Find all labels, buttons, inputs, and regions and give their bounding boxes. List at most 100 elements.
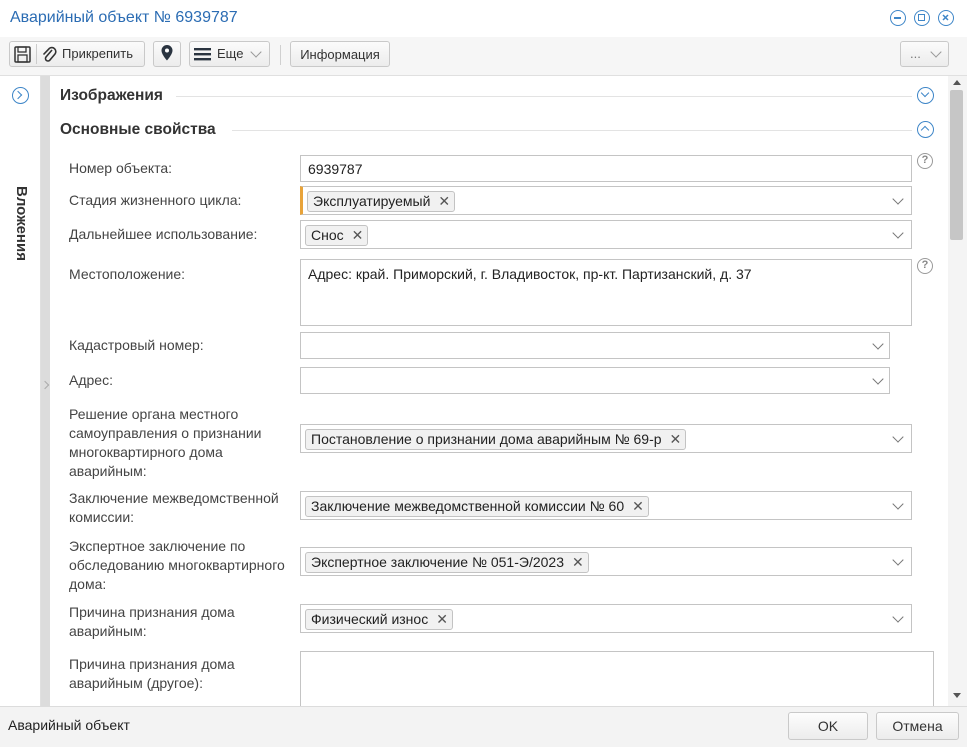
info-label: Информация (300, 46, 380, 62)
tag-text: Постановление о признании дома аварийным… (311, 431, 662, 447)
commission-select[interactable]: Заключение межведомственной комиссии № 6… (300, 491, 912, 520)
label-line: Причина признания дома (69, 604, 235, 620)
attachments-sidebar[interactable]: Вложения (0, 76, 41, 706)
commission-tag: Заключение межведомственной комиссии № 6… (305, 496, 649, 517)
chevron-down-icon[interactable] (892, 227, 904, 239)
object-number-field[interactable]: 6939787 (300, 155, 912, 182)
label-line: дома: (69, 576, 107, 592)
remove-tag-icon[interactable]: ✕ (438, 193, 450, 209)
tag-text: Физический износ (311, 611, 429, 627)
remove-tag-icon[interactable]: ✕ (436, 611, 448, 627)
cadastral-label: Кадастровый номер: (69, 337, 204, 353)
location-textarea[interactable]: Адрес: край. Приморский, г. Владивосток,… (300, 259, 912, 326)
reason-tag: Физический износ ✕ (305, 609, 453, 630)
overflow-menu-button[interactable]: ... (900, 41, 949, 67)
chevron-down-icon (250, 46, 262, 58)
remove-tag-icon[interactable]: ✕ (352, 227, 364, 243)
label-line: аварийным: (69, 623, 147, 639)
tag-text: Экспертное заключение № 051-Э/2023 (311, 554, 564, 570)
scroll-down-icon[interactable] (953, 693, 961, 698)
expand-sidebar-icon[interactable] (12, 87, 29, 104)
cadastral-select[interactable] (300, 332, 890, 359)
label-line: Заключение межведомственной (69, 490, 279, 506)
dialog-footer: Аварийный объект OK Отмена (0, 706, 967, 747)
expert-tag: Экспертное заключение № 051-Э/2023 ✕ (305, 552, 589, 573)
hamburger-icon (194, 47, 212, 64)
overflow-label: ... (910, 46, 921, 61)
object-number-value: 6939787 (308, 161, 363, 177)
cancel-button[interactable]: Отмена (876, 712, 959, 740)
save-icon[interactable] (13, 45, 32, 64)
expert-select[interactable]: Экспертное заключение № 051-Э/2023 ✕ (300, 547, 912, 576)
close-icon[interactable] (938, 10, 954, 26)
decision-select[interactable]: Постановление о признании дома аварийным… (300, 424, 912, 453)
chevron-down-icon[interactable] (892, 498, 904, 510)
reason-other-textarea[interactable] (300, 651, 934, 706)
label-line: аварийным (другое): (69, 675, 203, 691)
section-divider (176, 96, 912, 97)
decision-label: Решение органа местного самоуправления о… (69, 405, 261, 481)
chevron-down-icon (930, 46, 942, 58)
chevron-down-icon[interactable] (872, 338, 884, 350)
form-content: Изображения Основные свойства Номер объе… (50, 76, 948, 706)
more-menu-button[interactable]: Еще (189, 41, 270, 67)
reason-select[interactable]: Физический износ ✕ (300, 604, 912, 633)
attach-button[interactable]: Прикрепить (62, 46, 133, 61)
address-select[interactable] (300, 367, 890, 394)
chevron-right-icon (40, 380, 50, 390)
lifecycle-stage-tag: Эксплуатируемый ✕ (307, 191, 456, 212)
vertical-scrollbar[interactable] (948, 76, 967, 706)
label-line: многоквартирного дома (69, 444, 223, 460)
save-attach-group: Прикрепить (9, 41, 145, 67)
section-images-title[interactable]: Изображения (60, 87, 163, 105)
tag-text: Снос (311, 227, 344, 243)
tag-text: Заключение межведомственной комиссии № 6… (311, 498, 625, 514)
chevron-down-icon[interactable] (892, 554, 904, 566)
label-line: Причина признания дома (69, 656, 235, 672)
further-use-select[interactable]: Снос ✕ (300, 220, 912, 249)
chevron-down-icon[interactable] (892, 611, 904, 623)
label-line: комиссии: (69, 509, 135, 525)
more-label: Еще (217, 46, 244, 61)
label-line: обследованию многоквартирного (69, 557, 285, 573)
sidebar-label: Вложения (13, 186, 30, 261)
location-button[interactable] (153, 41, 181, 67)
lifecycle-stage-select[interactable]: Эксплуатируемый ✕ (300, 186, 912, 215)
help-icon[interactable]: ? (917, 258, 933, 274)
toolbar: Прикрепить Еще Информация ... (0, 37, 967, 76)
minimize-icon[interactable] (890, 10, 906, 26)
location-label: Местоположение: (69, 266, 186, 282)
map-pin-icon (160, 44, 174, 65)
scroll-up-icon[interactable] (953, 80, 961, 85)
panel-splitter[interactable] (40, 76, 50, 706)
reason-other-label: Причина признания дома аварийным (другое… (69, 655, 235, 693)
object-number-label: Номер объекта: (69, 160, 173, 176)
restore-icon[interactable] (914, 10, 930, 26)
expert-label: Экспертное заключение по обследованию мн… (69, 537, 285, 594)
remove-tag-icon[interactable]: ✕ (572, 554, 584, 570)
remove-tag-icon[interactable]: ✕ (632, 498, 644, 514)
tag-text: Эксплуатируемый (313, 193, 431, 209)
further-use-label: Дальнейшее использование: (69, 226, 258, 242)
chevron-down-icon[interactable] (872, 373, 884, 385)
help-icon[interactable]: ? (917, 153, 933, 169)
scrollbar-thumb[interactable] (950, 90, 963, 240)
further-use-tag: Снос ✕ (305, 225, 369, 246)
paperclip-icon (40, 45, 58, 64)
footer-entity-label: Аварийный объект (8, 717, 130, 733)
window-title: Аварийный объект № 6939787 (10, 9, 238, 26)
location-value: Адрес: край. Приморский, г. Владивосток,… (308, 266, 752, 282)
expand-section-icon[interactable] (917, 87, 934, 104)
section-divider (232, 130, 912, 131)
chevron-down-icon[interactable] (892, 431, 904, 443)
decision-tag: Постановление о признании дома аварийным… (305, 429, 687, 450)
ok-button[interactable]: OK (788, 712, 868, 740)
label-line: самоуправления о признании (69, 425, 262, 441)
remove-tag-icon[interactable]: ✕ (670, 431, 682, 447)
reason-label: Причина признания дома аварийным: (69, 603, 235, 641)
section-main-title[interactable]: Основные свойства (60, 121, 216, 139)
address-label: Адрес: (69, 372, 113, 388)
info-button[interactable]: Информация (290, 41, 390, 67)
chevron-down-icon[interactable] (892, 193, 904, 205)
collapse-section-icon[interactable] (917, 121, 934, 138)
